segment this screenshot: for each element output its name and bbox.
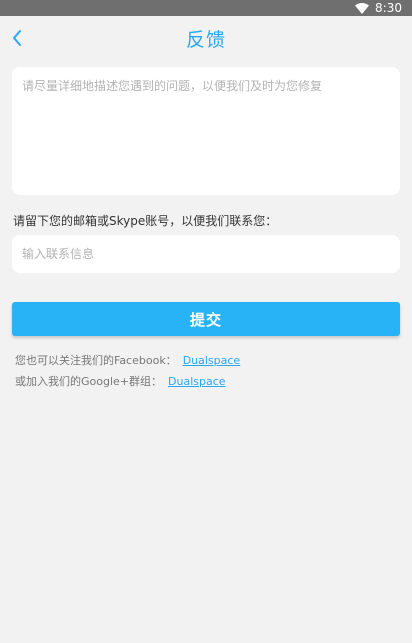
- facebook-follow-line: 您也可以关注我们的Facebook： Dualspace: [15, 352, 240, 368]
- facebook-link[interactable]: Dualspace: [183, 354, 241, 367]
- submit-button[interactable]: 提交: [12, 302, 400, 336]
- contact-label: 请留下您的邮箱或Skype账号，以便我们联系您：: [13, 214, 278, 228]
- google-follow-line: 或加入我们的Google+群组： Dualspace: [15, 373, 226, 389]
- facebook-follow-text: 您也可以关注我们的Facebook：: [15, 354, 177, 367]
- contact-info-input[interactable]: [12, 235, 400, 273]
- feedback-description-input[interactable]: [12, 67, 400, 195]
- wifi-icon: [355, 2, 370, 14]
- google-plus-link[interactable]: Dualspace: [168, 375, 226, 388]
- status-bar: 8:30: [0, 0, 412, 16]
- status-time: 8:30: [375, 1, 402, 15]
- google-follow-text: 或加入我们的Google+群组：: [15, 375, 163, 388]
- page-title: 反馈: [185, 29, 226, 51]
- app-bar: 反馈: [0, 16, 412, 60]
